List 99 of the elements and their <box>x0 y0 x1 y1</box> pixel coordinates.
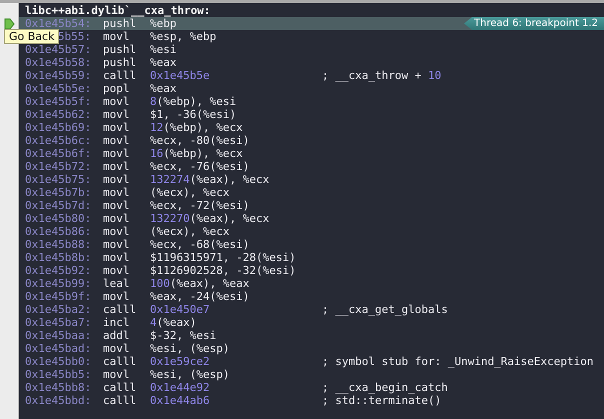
operand: %ecx, -80(%esi) <box>150 134 250 147</box>
address: 0x1e45b57: <box>25 43 92 56</box>
address: 0x1e45b7b: <box>25 186 92 199</box>
mnemonic: movl <box>103 108 130 121</box>
operand: %ebp <box>150 17 178 30</box>
instruction-pointer-icon[interactable] <box>4 18 14 30</box>
mnemonic: calll <box>103 355 138 368</box>
mnemonic: movl <box>103 238 130 251</box>
address: 0x1e45ba7: <box>25 316 92 329</box>
operand: 0x1e45b5e <box>150 69 211 82</box>
mnemonic: movl <box>103 290 130 303</box>
mnemonic: calll <box>103 394 138 407</box>
breakpoint-badge: Thread 6: breakpoint 1.2 <box>464 17 604 30</box>
operand: %esi, (%esp) <box>150 342 230 355</box>
operand: $1126902528, -32(%esi) <box>150 264 297 277</box>
mnemonic: addl <box>103 329 130 342</box>
operand: 8(%ebp), %esi <box>150 95 238 108</box>
operand: %esi, (%esp) <box>150 368 230 381</box>
operand: 132270(%eax), %ecx <box>150 212 270 225</box>
function-title: libc++abi.dylib`__cxa_throw: <box>25 4 210 16</box>
operand: %esi <box>150 43 178 56</box>
address: 0x1e45b62: <box>25 108 92 121</box>
mnemonic: movl <box>103 212 130 225</box>
address: 0x1e45b58: <box>25 56 92 69</box>
mnemonic: movl <box>103 368 130 381</box>
comment: ; symbol stub for: _Unwind_RaiseException <box>322 355 594 368</box>
mnemonic: movl <box>103 173 130 186</box>
address: 0x1e45bb0: <box>25 355 92 368</box>
mnemonic: calll <box>103 381 138 394</box>
mnemonic: pushl <box>103 43 138 56</box>
operand: $-32, %esi <box>150 329 218 342</box>
comment: ; __cxa_begin_catch <box>322 381 448 394</box>
address: 0x1e45b75: <box>25 173 92 186</box>
comment: ; std::terminate() <box>322 394 442 407</box>
comment: ; __cxa_throw + 10 <box>322 69 442 82</box>
address: 0x1e45b8b: <box>25 251 92 264</box>
mnemonic: movl <box>103 134 130 147</box>
address: 0x1e45bad: <box>25 342 92 355</box>
mnemonic: movl <box>103 199 130 212</box>
mnemonic: movl <box>103 342 130 355</box>
address: 0x1e45b9f: <box>25 290 92 303</box>
operand: %eax, -24(%esi) <box>150 290 250 303</box>
address: 0x1e45b6f: <box>25 147 92 160</box>
address: 0x1e45b69: <box>25 121 92 134</box>
address: 0x1e45bb8: <box>25 381 92 394</box>
address: 0x1e45b86: <box>25 225 92 238</box>
mnemonic: leal <box>103 277 130 290</box>
mnemonic: movl <box>103 95 130 108</box>
operand: %ecx, -68(%esi) <box>150 238 250 251</box>
operand: %esp, %ebp <box>150 30 218 43</box>
operand: 132274(%eax), %ecx <box>150 173 270 186</box>
operand: 4(%eax) <box>150 316 198 329</box>
address: 0x1e45b59: <box>25 69 92 82</box>
address: 0x1e45bb5: <box>25 368 92 381</box>
address: 0x1e45b5e: <box>25 82 92 95</box>
operand: 16(%ebp), %ecx <box>150 147 244 160</box>
address: 0x1e45b92: <box>25 264 92 277</box>
operand: 100(%eax), %eax <box>150 277 250 290</box>
comment: ; __cxa_get_globals <box>322 303 448 316</box>
operand: 0x1e44e92 <box>150 381 211 394</box>
operand: %eax <box>150 56 178 69</box>
operand: %eax <box>150 82 178 95</box>
address: 0x1e45b99: <box>25 277 92 290</box>
address: 5b55: <box>58 30 91 43</box>
mnemonic: movl <box>103 225 130 238</box>
mnemonic: movl <box>103 251 130 264</box>
mnemonic: movl <box>103 186 130 199</box>
address: 0x1e45b72: <box>25 160 92 173</box>
tooltip: Go Back <box>4 29 60 44</box>
operand: 0x1e44ab6 <box>150 394 211 407</box>
address: 0x1e45b6c: <box>25 134 92 147</box>
mnemonic: pushl <box>103 56 138 69</box>
mnemonic: calll <box>103 303 138 316</box>
operand: (%ecx), %ecx <box>150 225 230 238</box>
address: 0x1e45ba2: <box>25 303 92 316</box>
address: 0x1e45bbd: <box>25 394 92 407</box>
mnemonic: movl <box>103 121 130 134</box>
operand: 0x1e450e7 <box>150 303 211 316</box>
address: 0x1e45b7d: <box>25 199 92 212</box>
mnemonic: movl <box>103 160 130 173</box>
address: 0x1e45b88: <box>25 238 92 251</box>
address: 0x1e45b5f: <box>25 95 92 108</box>
operand: 12(%ebp), %ecx <box>150 121 244 134</box>
mnemonic: pushl <box>103 17 138 30</box>
address: 0x1e45b80: <box>25 212 92 225</box>
mnemonic: calll <box>103 69 138 82</box>
mnemonic: movl <box>103 30 130 43</box>
address: 0x1e45b54: <box>25 17 92 30</box>
operand: (%ecx), %ecx <box>150 186 230 199</box>
operand: $1, -36(%esi) <box>150 108 238 121</box>
mnemonic: popl <box>103 82 130 95</box>
operand: %ecx, -72(%esi) <box>150 199 250 212</box>
operand: $1196315971, -28(%esi) <box>150 251 297 264</box>
address: 0x1e45baa: <box>25 329 92 342</box>
operand: 0x1e59ce2 <box>150 355 211 368</box>
operand: %ecx, -76(%esi) <box>150 160 250 173</box>
mnemonic: incl <box>103 316 130 329</box>
mnemonic: movl <box>103 264 130 277</box>
mnemonic: movl <box>103 147 130 160</box>
